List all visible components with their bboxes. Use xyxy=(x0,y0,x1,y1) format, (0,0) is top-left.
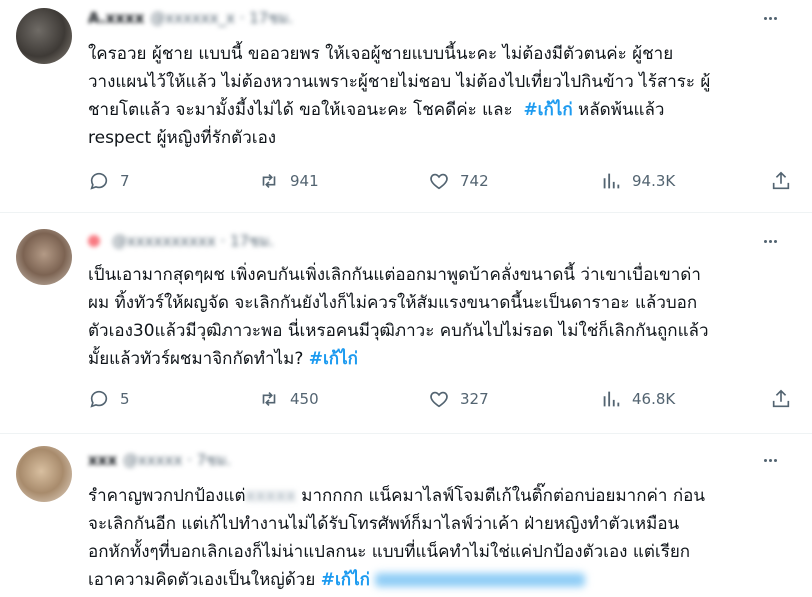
tweet-text: ใครอวย ผู้ชาย แบบนี้ ขออวยพร ให้เจอผู้ชา… xyxy=(88,44,711,148)
like-count: 742 xyxy=(460,172,489,190)
share-icon xyxy=(772,389,790,408)
retweet-button[interactable]: 450 xyxy=(258,387,319,411)
reply-button[interactable]: 5 xyxy=(88,387,130,411)
share-icon xyxy=(772,171,790,190)
share-button[interactable] xyxy=(770,169,792,193)
tweet-actions: 7 941 742 94.3K xyxy=(88,169,800,193)
author-name[interactable]: A.xxxx xyxy=(88,9,144,27)
verified-icon xyxy=(88,235,100,247)
tweet-1[interactable]: A.xxxx @xxxxxx_x · 17ชม. ใครอวย ผู้ชาย แ… xyxy=(0,0,812,212)
views-icon xyxy=(603,391,620,407)
more-icon[interactable] xyxy=(760,450,780,470)
reply-count: 7 xyxy=(120,172,130,190)
tweet-header: xxx @xxxxx · 7ชม. xyxy=(88,450,231,470)
reply-count: 5 xyxy=(120,390,130,408)
reply-button[interactable]: 7 xyxy=(88,169,130,193)
hashtag-link[interactable]: #เก้ไก่ xyxy=(321,570,370,590)
heart-icon xyxy=(430,391,448,408)
tweet-2[interactable]: @xxxxxxxxxx · 17ชม. เป็นเอามากสุดๆผช เพิ… xyxy=(0,213,812,433)
tweet-text: เป็นเอามากสุดๆผช เพิ่งคบกันเพิ่งเลิกกันแ… xyxy=(88,265,709,369)
hashtag-link[interactable]: #เก้ไก่ xyxy=(309,349,358,369)
avatar[interactable] xyxy=(16,229,72,285)
more-icon[interactable] xyxy=(760,231,780,251)
tweet-3[interactable]: xxx @xxxxx · 7ชม. รำคาญพวกปกป้องแต่xxxxx… xyxy=(0,434,812,597)
heart-icon xyxy=(430,173,448,190)
views-icon xyxy=(603,173,620,189)
views-button[interactable]: 46.8K xyxy=(600,387,675,411)
tweet-header: @xxxxxxxxxx · 17ชม. xyxy=(88,231,274,251)
reply-icon xyxy=(90,390,108,408)
like-button[interactable]: 327 xyxy=(428,387,489,411)
author-handle[interactable]: @xxxxxxxxxx · 17ชม. xyxy=(112,229,274,253)
author-handle[interactable]: @xxxxx · 7ชม. xyxy=(123,448,231,472)
views-button[interactable]: 94.3K xyxy=(600,169,675,193)
retweet-icon xyxy=(262,391,276,407)
reply-icon xyxy=(90,172,108,190)
avatar[interactable] xyxy=(16,446,72,502)
views-count: 94.3K xyxy=(632,172,676,190)
tweet-actions: 5 450 327 46.8K xyxy=(88,387,800,411)
like-button[interactable]: 742 xyxy=(428,169,489,193)
views-count: 46.8K xyxy=(632,390,676,408)
blurred-name: xxxxx xyxy=(245,486,296,506)
tweet-text: รำคาญพวกปกป้องแต่xxxxx มากกกก แน็คมาไลฟ์… xyxy=(88,482,798,594)
author-name[interactable]: xxx xyxy=(88,451,117,469)
hashtag-link[interactable]: #เก้ไก่ xyxy=(523,100,572,120)
retweet-count: 450 xyxy=(290,390,319,408)
retweet-button[interactable]: 941 xyxy=(258,169,319,193)
blurred-link[interactable] xyxy=(375,573,586,587)
retweet-count: 941 xyxy=(290,172,319,190)
share-button[interactable] xyxy=(770,387,792,411)
retweet-icon xyxy=(262,173,276,189)
author-handle[interactable]: @xxxxxx_x · 17ชม. xyxy=(150,6,293,30)
like-count: 327 xyxy=(460,390,489,408)
tweet-header: A.xxxx @xxxxxx_x · 17ชม. xyxy=(88,8,293,28)
avatar[interactable] xyxy=(16,8,72,64)
more-icon[interactable] xyxy=(760,8,780,28)
